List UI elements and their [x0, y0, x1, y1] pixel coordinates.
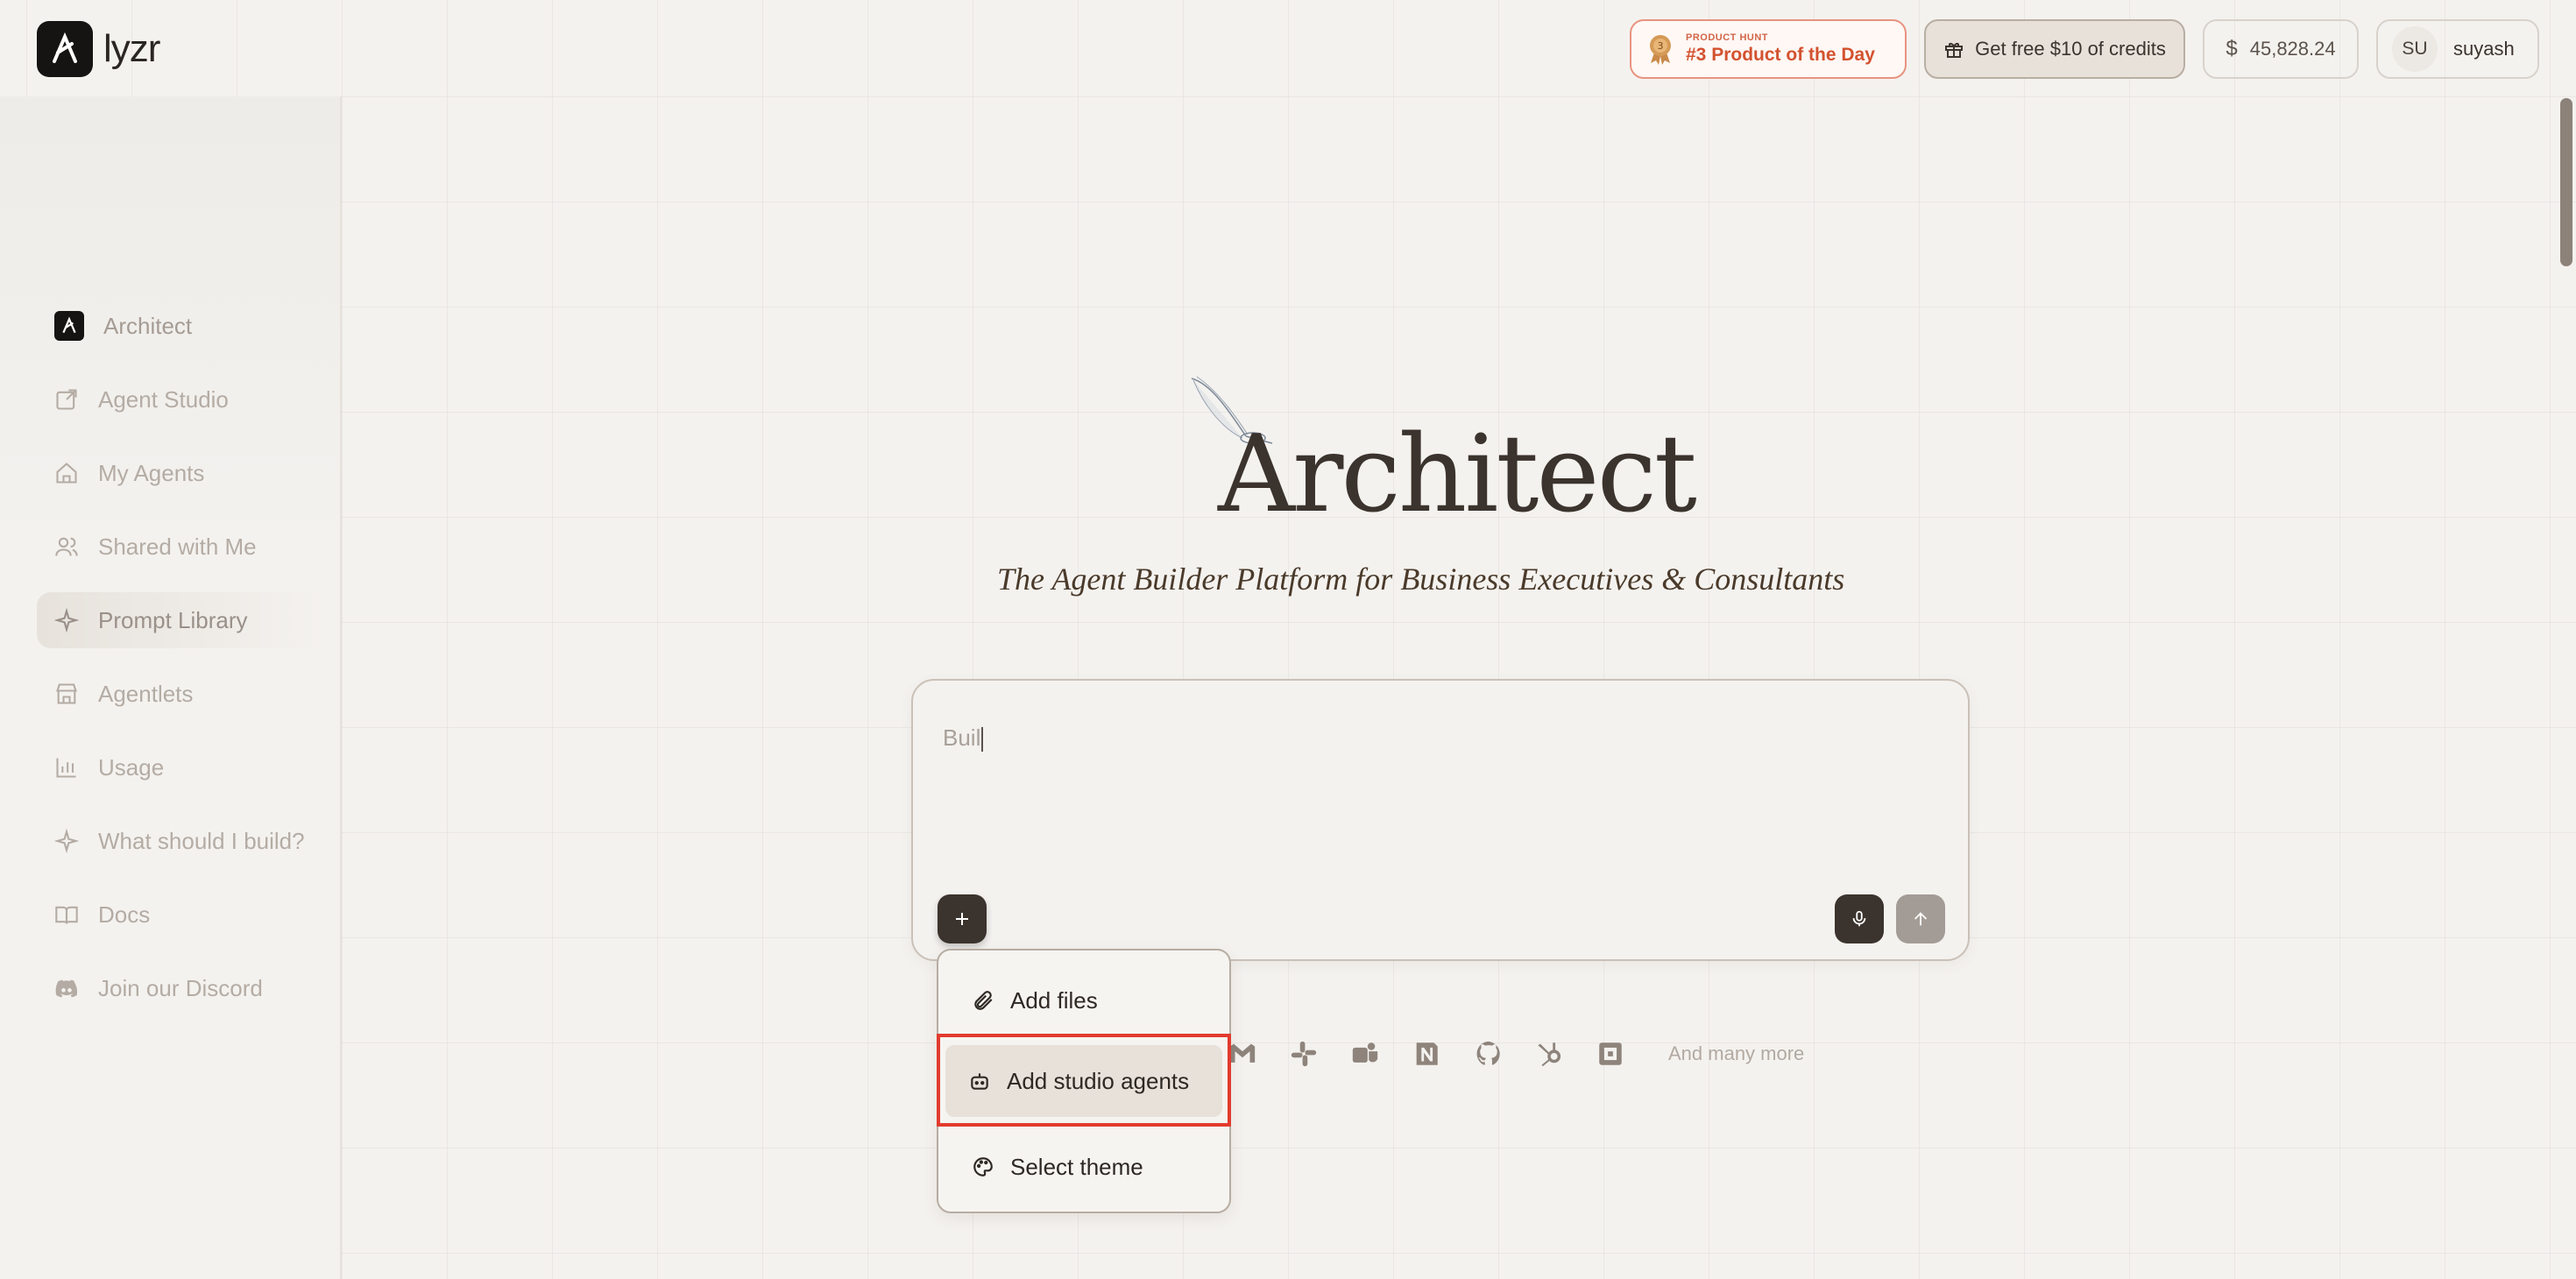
product-hunt-label: PRODUCT HUNT	[1686, 32, 1768, 43]
sidebar-item-my-agents[interactable]: My Agents	[37, 445, 326, 501]
add-studio-agents-menu-item[interactable]: Add studio agents	[945, 1045, 1222, 1117]
home-icon	[54, 461, 79, 485]
sidebar-item-label: What should I build?	[98, 827, 305, 854]
free-credits-button[interactable]: Get free $10 of credits	[1924, 19, 2185, 79]
store-icon	[54, 682, 79, 706]
sidebar-item-docs[interactable]: Docs	[37, 887, 326, 943]
send-button[interactable]	[1896, 894, 1945, 943]
sidebar-item-label: Agentlets	[98, 680, 194, 707]
architect-logo-icon	[54, 311, 84, 341]
menu-item-label: Add files	[1010, 986, 1098, 1014]
hubspot-icon	[1533, 1038, 1565, 1070]
sidebar-item-what-should-i-build[interactable]: What should I build?	[37, 813, 326, 869]
dollar-icon: $	[2226, 37, 2238, 60]
prompt-box: Buil	[911, 679, 1970, 961]
plus-icon	[956, 913, 968, 925]
medal-icon: 3	[1650, 35, 1671, 65]
sidebar-nav: Architect Agent Studio My Agents Shared …	[37, 298, 326, 1034]
page-subtitle: The Agent Builder Platform for Business …	[997, 562, 1845, 597]
github-icon	[1472, 1038, 1504, 1070]
add-attachment-button[interactable]	[938, 894, 987, 943]
menu-item-label: Add studio agents	[1007, 1067, 1190, 1094]
sidebar-item-agent-studio[interactable]: Agent Studio	[37, 371, 326, 428]
product-hunt-badge[interactable]: 3 PRODUCT HUNT #3 Product of the Day	[1630, 19, 1907, 79]
sidebar-item-discord[interactable]: Join our Discord	[37, 960, 326, 1016]
sidebar-item-label: Prompt Library	[98, 606, 248, 633]
integrations-row: And many more	[1227, 1034, 1804, 1074]
svg-text:3: 3	[1658, 40, 1664, 52]
palette-icon	[973, 1157, 993, 1177]
product-hunt-title: #3 Product of the Day	[1686, 45, 1875, 65]
sidebar-item-usage[interactable]: Usage	[37, 739, 326, 795]
users-icon	[54, 534, 79, 559]
sidebar-item-prompt-library[interactable]: Prompt Library	[37, 592, 326, 648]
user-name: suyash	[2453, 38, 2515, 60]
menu-item-label: Select theme	[1010, 1153, 1143, 1180]
sidebar-item-label: Join our Discord	[98, 974, 263, 1001]
scrollbar[interactable]	[2560, 98, 2572, 266]
avatar: SU	[2392, 26, 2438, 72]
lyzr-logo[interactable]: lyzr	[37, 21, 160, 77]
discord-icon	[54, 976, 79, 1000]
balance-value: 45,828.24	[2249, 38, 2336, 60]
bot-icon	[971, 1073, 988, 1090]
notion-icon	[1411, 1038, 1442, 1070]
microphone-icon	[1852, 910, 1866, 927]
user-menu[interactable]: SU suyash	[2376, 19, 2539, 79]
microphone-button[interactable]	[1835, 894, 1884, 943]
paperclip-icon	[974, 991, 993, 1010]
gmail-icon	[1227, 1038, 1258, 1070]
free-credits-label: Get free $10 of credits	[1975, 38, 2166, 60]
book-icon	[54, 902, 79, 927]
lyzr-logo-icon	[37, 21, 93, 77]
attach-menu: Add files Add studio agents Select theme	[937, 949, 1231, 1213]
balance-display[interactable]: $ 45,828.24	[2203, 19, 2359, 79]
sidebar-item-label: Usage	[98, 753, 165, 781]
add-files-menu-item[interactable]: Add files	[945, 965, 1222, 1036]
slack-icon	[1288, 1038, 1320, 1070]
sparkle-icon	[54, 608, 79, 632]
arrow-up-icon	[1914, 912, 1928, 926]
sidebar-item-label: Agent Studio	[98, 385, 229, 413]
gift-icon	[1945, 43, 1964, 58]
page-title: Architect	[1218, 412, 1697, 536]
sidebar-item-label: Docs	[98, 901, 151, 928]
select-theme-menu-item[interactable]: Select theme	[945, 1131, 1222, 1203]
sidebar-item-architect[interactable]: Architect	[37, 298, 326, 354]
sidebar-item-agentlets[interactable]: Agentlets	[37, 666, 326, 722]
logo-text: lyzr	[103, 27, 160, 70]
prompt-input[interactable]: Buil	[943, 724, 984, 753]
external-link-icon	[54, 387, 79, 412]
sidebar-item-label: Architect	[103, 312, 193, 339]
top-bar: lyzr 3 PRODUCT HUNT #3 Product of the Da…	[0, 0, 2576, 96]
sidebar-item-label: My Agents	[98, 459, 205, 486]
sidebar-item-shared-with-me[interactable]: Shared with Me	[37, 519, 326, 575]
more-integrations-label: And many more	[1668, 1042, 1805, 1064]
app-icon	[1595, 1038, 1626, 1070]
sparkle-icon	[54, 829, 79, 853]
bar-chart-icon	[54, 755, 79, 780]
teams-icon	[1349, 1038, 1381, 1070]
sidebar-item-label: Shared with Me	[98, 533, 257, 560]
